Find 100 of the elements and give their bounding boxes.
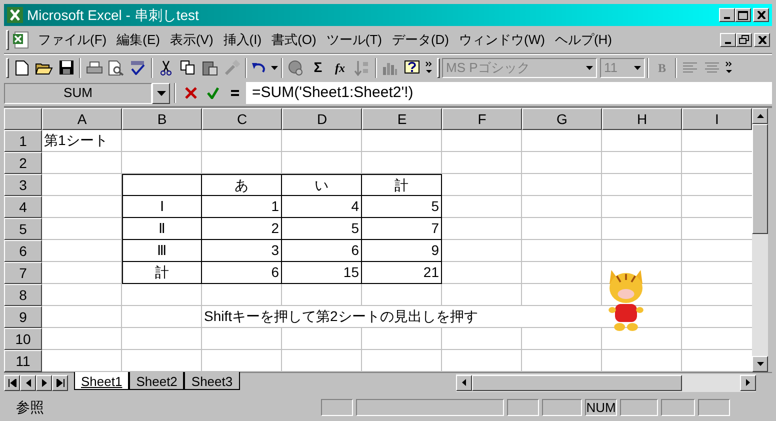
status-panel xyxy=(542,399,582,416)
status-panel xyxy=(321,399,353,416)
column-header[interactable]: H xyxy=(602,108,682,130)
row-header[interactable]: 11 xyxy=(4,350,42,372)
next-sheet-button[interactable] xyxy=(36,374,52,390)
table-cell: 計 xyxy=(362,174,442,196)
dropdown-button[interactable] xyxy=(152,82,170,104)
menu-item[interactable]: 挿入(I) xyxy=(218,30,267,50)
sheet-tab[interactable]: Sheet2 xyxy=(129,372,184,390)
status-panel xyxy=(620,399,658,416)
up-arrow-icon xyxy=(756,114,764,118)
row-header[interactable]: 1 xyxy=(4,130,42,152)
name-box[interactable]: SUM xyxy=(4,82,152,104)
left-arrow-icon xyxy=(24,378,32,386)
menu-item[interactable]: データ(D) xyxy=(386,30,454,50)
scroll-down-button[interactable] xyxy=(752,356,768,372)
table-cell: Ⅰ xyxy=(122,196,202,218)
row-header[interactable]: 3 xyxy=(4,174,42,196)
row-header[interactable]: 10 xyxy=(4,328,42,350)
down-arrow-icon xyxy=(756,362,764,366)
table-cell: 5 xyxy=(362,196,442,218)
left-arrow-icon xyxy=(462,379,466,386)
caret-icon xyxy=(634,66,641,70)
previous-sheet-button[interactable] xyxy=(20,374,36,390)
scroll-left-button[interactable] xyxy=(456,374,472,390)
select-all-button[interactable] xyxy=(4,108,42,130)
right-arrow-icon xyxy=(40,378,48,386)
row-header[interactable]: 8 xyxy=(4,284,42,306)
column-header[interactable]: C xyxy=(202,108,282,130)
table-cell: Ⅲ xyxy=(122,240,202,262)
scroll-right-button[interactable] xyxy=(740,374,756,390)
menu-item[interactable]: 表示(V) xyxy=(164,30,218,50)
scroll-up-button[interactable] xyxy=(752,108,768,124)
status-panel xyxy=(507,399,539,416)
menu-item[interactable]: ファイル(F) xyxy=(33,30,112,50)
menu-item[interactable]: ヘルプ(H) xyxy=(550,30,617,50)
caret-icon xyxy=(156,90,166,96)
maximize-button[interactable] xyxy=(735,8,751,22)
right-arrow-icon xyxy=(746,379,750,386)
column-header[interactable]: A xyxy=(42,108,122,130)
table-cell: 5 xyxy=(282,218,362,240)
close-icon xyxy=(756,11,766,19)
table-cell: 計 xyxy=(122,262,202,284)
first-sheet-button[interactable] xyxy=(4,374,20,390)
formula-field[interactable]: =SUM('Sheet1:Sheet2'!) xyxy=(246,82,772,104)
column-header[interactable]: D xyxy=(282,108,362,130)
window-title: Microsoft Excel - 串刺しtest xyxy=(27,6,199,24)
last-arrow-icon xyxy=(56,378,64,386)
row-header[interactable]: 2 xyxy=(4,152,42,174)
column-header[interactable]: F xyxy=(442,108,522,130)
minimize-icon xyxy=(725,42,731,44)
column-header[interactable]: B xyxy=(122,108,202,130)
table-cell: Ⅱ xyxy=(122,218,202,240)
sheet-tab[interactable]: Sheet1 xyxy=(74,372,130,390)
column-header[interactable]: G xyxy=(522,108,602,130)
column-header[interactable]: E xyxy=(362,108,442,130)
table-cell: 3 xyxy=(202,240,282,262)
row-header[interactable]: 9 xyxy=(4,306,42,328)
row-header[interactable]: 4 xyxy=(4,196,42,218)
menu-item[interactable]: ウィンドウ(W) xyxy=(454,30,550,50)
function-button[interactable]: fx xyxy=(329,56,351,78)
menu-item[interactable]: 書式(O) xyxy=(266,30,322,50)
close-button[interactable] xyxy=(754,32,770,46)
table-cell: 1 xyxy=(202,196,282,218)
table-cell: 15 xyxy=(282,262,362,284)
first-arrow-icon xyxy=(8,378,16,386)
scroll-thumb[interactable] xyxy=(752,124,768,234)
restore-button[interactable] xyxy=(736,32,752,46)
minimize-button[interactable] xyxy=(719,8,735,22)
last-sheet-button[interactable] xyxy=(52,374,68,390)
close-button[interactable] xyxy=(753,8,769,22)
table-cell-text: 第1シート xyxy=(43,131,109,150)
table-cell: い xyxy=(282,174,362,196)
caret-icon xyxy=(586,66,593,70)
scroll-thumb[interactable] xyxy=(472,374,682,390)
grid-cell[interactable] xyxy=(122,174,202,196)
column-header[interactable]: I xyxy=(682,108,752,130)
row-header[interactable]: 7 xyxy=(4,262,42,284)
table-cell: 21 xyxy=(362,262,442,284)
minimize-button[interactable] xyxy=(720,32,736,46)
table-cell: あ xyxy=(202,174,282,196)
status-panel xyxy=(698,399,730,416)
table-cell: 6 xyxy=(202,262,282,284)
status-panel xyxy=(661,399,695,416)
maximize-icon xyxy=(738,10,748,20)
table-cell: 7 xyxy=(362,218,442,240)
excel-logo-icon xyxy=(7,7,23,23)
status-text: 参照 xyxy=(15,398,45,417)
sum-button[interactable]: Σ xyxy=(307,56,329,78)
row-header[interactable]: 5 xyxy=(4,218,42,240)
table-cell: Shiftキーを押して第2シートの見出しを押す xyxy=(202,306,602,328)
table-cell: 2 xyxy=(202,218,282,240)
menu-item[interactable]: ツール(T) xyxy=(321,30,387,50)
workbook-icon[interactable] xyxy=(12,30,30,48)
num-lock-indicator: NUM xyxy=(585,399,617,416)
menu-item[interactable]: 編集(E) xyxy=(112,30,165,50)
row-header[interactable]: 6 xyxy=(4,240,42,262)
table-cell: 6 xyxy=(282,240,362,262)
sheet-tab[interactable]: Sheet3 xyxy=(184,372,240,390)
close-icon xyxy=(758,36,766,44)
